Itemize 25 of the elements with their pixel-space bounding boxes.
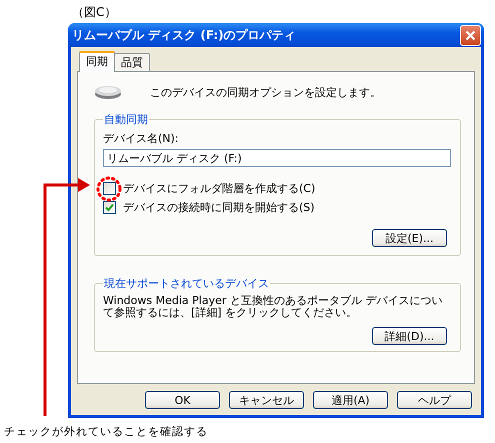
dialog-button[interactable]: OK — [145, 391, 220, 409]
window-title: リムーバブル ディスク (F:)のプロパティ — [72, 26, 296, 44]
group-title: 現在サポートされているデバイス — [103, 276, 270, 291]
checkbox[interactable] — [103, 201, 116, 214]
intro-text: このデバイスの同期オプションを設定します。 — [150, 84, 381, 100]
annotation-text: チェックが外れていることを確認する — [4, 424, 208, 439]
checkbox-label: デバイスにフォルダ階層を作成する(C) — [123, 181, 316, 196]
figure-caption: （図C） — [72, 5, 116, 19]
settings-button[interactable]: 設定(E)... — [372, 229, 447, 247]
checkbox[interactable] — [103, 182, 116, 195]
dialog-button[interactable]: キャンセル — [229, 391, 304, 409]
details-button[interactable]: 詳細(D)... — [372, 327, 447, 345]
dialog-button[interactable]: 適用(A) — [313, 391, 388, 409]
tab[interactable]: 品質 — [114, 53, 150, 71]
dialog-button[interactable]: ヘルプ — [397, 391, 472, 409]
highlight-circle — [96, 176, 122, 202]
checkbox-label: デバイスの接続時に同期を開始する(S) — [123, 200, 315, 215]
field-label: デバイス名(N): — [103, 131, 180, 146]
close-button[interactable] — [460, 24, 481, 46]
description-text: Windows Media Player と互換性のあるポータブル デバイスについて参照するには、[詳細] をクリックしてください。 — [103, 295, 443, 319]
close-icon — [465, 30, 476, 40]
device-name-field[interactable]: リムーバブル ディスク (F:) — [103, 149, 451, 167]
tab[interactable]: 同期 — [79, 51, 115, 72]
drive-icon — [94, 84, 122, 100]
group-title: 自動同期 — [103, 112, 149, 127]
